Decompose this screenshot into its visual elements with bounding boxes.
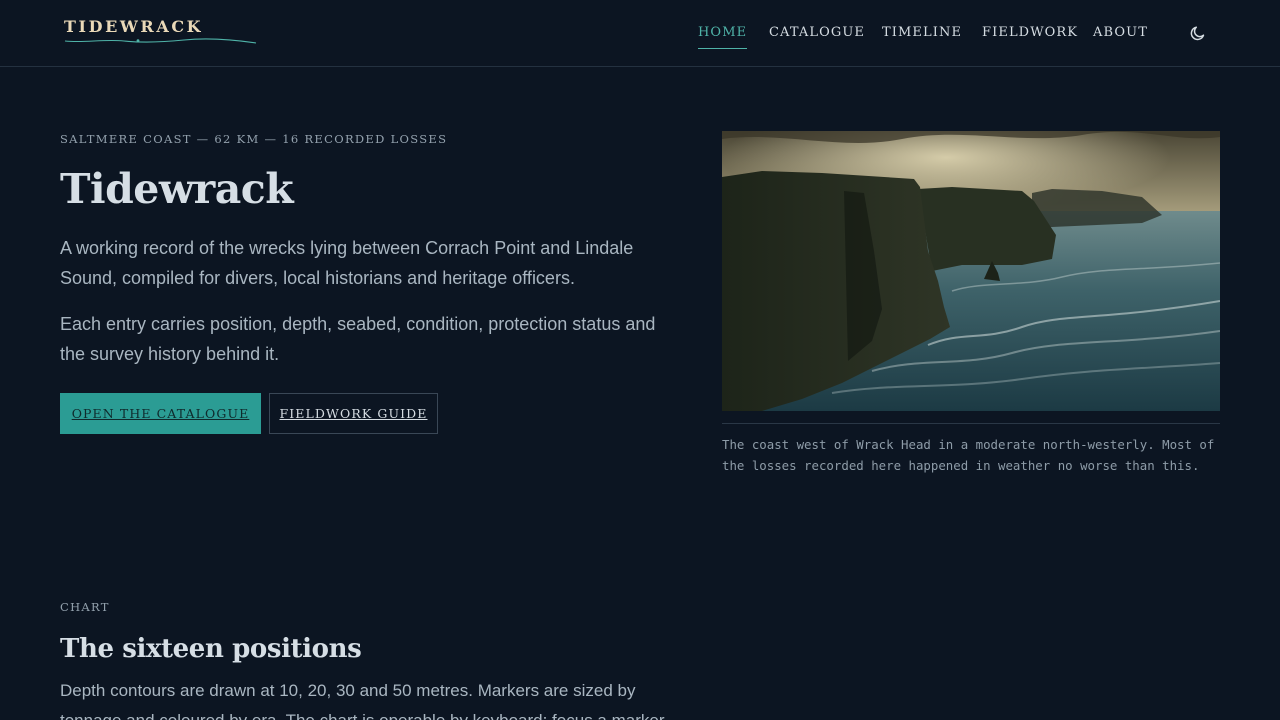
- nav-about[interactable]: ABOUT: [1093, 24, 1148, 42]
- page-title: Tidewrack: [60, 165, 294, 213]
- nav-fieldwork[interactable]: FIELDWORK: [982, 24, 1078, 42]
- open-catalogue-button[interactable]: OPEN THE CATALOGUE: [60, 393, 261, 434]
- hero-intro: A working record of the wrecks lying bet…: [60, 238, 634, 288]
- figure-caption: The coast west of Wrack Head in a modera…: [722, 437, 1215, 473]
- nav-catalogue[interactable]: CATALOGUE: [769, 24, 865, 42]
- main-nav: HOME CATALOGUE TIMELINE FIELDWORK ABOUT: [0, 24, 1280, 52]
- theme-toggle-button[interactable]: [1188, 23, 1208, 43]
- chart-section-title: The sixteen positions: [60, 634, 362, 664]
- chart-section-text: Depth contours are drawn at 10, 20, 30 a…: [60, 681, 665, 720]
- site-header: TIDEWRACK HOME CATALOGUE TIMELINE FIELDW…: [0, 0, 1280, 67]
- nav-timeline[interactable]: TIMELINE: [882, 24, 962, 42]
- hero-detail: Each entry carries position, depth, seab…: [60, 314, 656, 364]
- chart-section-label: CHART: [60, 600, 110, 614]
- coastline-photo: [722, 131, 1220, 411]
- moon-icon: [1190, 26, 1205, 41]
- figure-divider: [722, 423, 1220, 424]
- hero-eyebrow: SALTMERE COAST — 62 KM — 16 RECORDED LOS…: [60, 132, 448, 146]
- nav-home[interactable]: HOME: [698, 24, 748, 49]
- hero-figure: The coast west of Wrack Head in a modera…: [722, 131, 1220, 476]
- fieldwork-guide-button[interactable]: FIELDWORK GUIDE: [269, 393, 438, 434]
